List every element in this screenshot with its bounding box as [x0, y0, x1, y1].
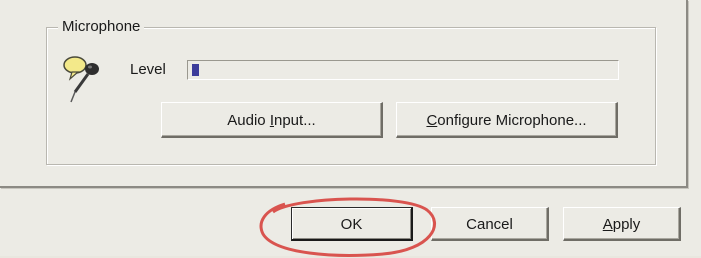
- sound-properties-dialog: Microphone Level Audio Input... Configur…: [0, 0, 701, 257]
- configure-microphone-accelerator: C: [426, 112, 438, 129]
- apply-label-suffix: pply: [612, 216, 641, 233]
- apply-accelerator: A: [602, 216, 613, 233]
- configure-microphone-label-suffix: onfigure Microphone...: [437, 112, 587, 129]
- microphone-level-fill: [192, 64, 199, 76]
- apply-button[interactable]: Apply: [563, 207, 681, 241]
- audio-input-label-suffix: nput...: [274, 112, 316, 129]
- level-label: Level: [130, 61, 166, 78]
- audio-input-button[interactable]: Audio Input...: [161, 102, 383, 138]
- microphone-groupbox: [46, 27, 656, 165]
- microphone-speech-icon: [63, 56, 99, 103]
- microphone-level-meter: [187, 60, 619, 80]
- ok-button[interactable]: OK: [291, 207, 413, 241]
- configure-microphone-button[interactable]: Configure Microphone...: [396, 102, 618, 138]
- audio-input-label-prefix: Audio: [227, 112, 270, 129]
- microphone-group-title: Microphone: [58, 18, 145, 35]
- cancel-button[interactable]: Cancel: [431, 207, 549, 241]
